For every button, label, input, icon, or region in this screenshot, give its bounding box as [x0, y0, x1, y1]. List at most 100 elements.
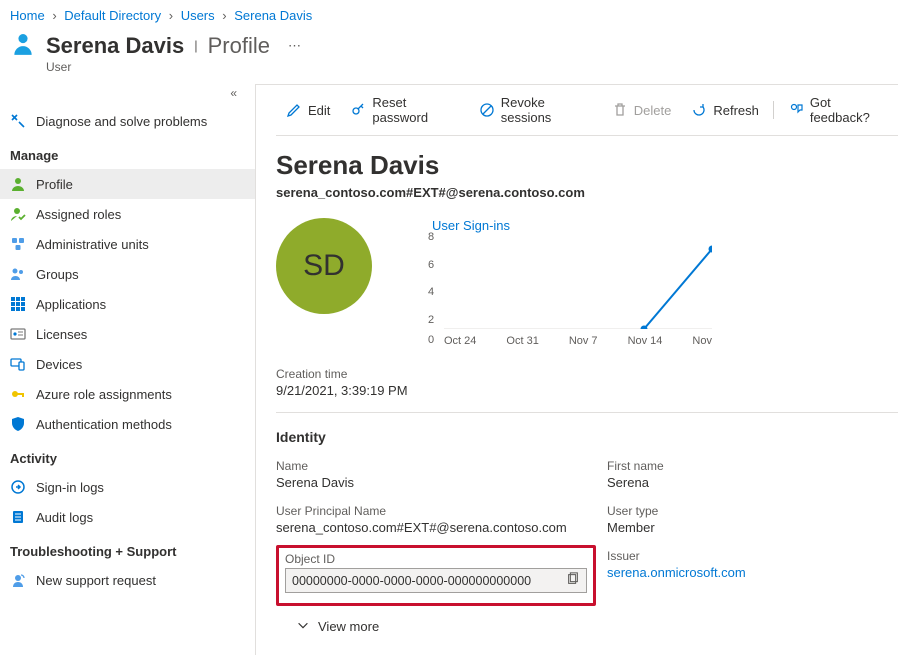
sidebar-item-signin-logs[interactable]: Sign-in logs [0, 472, 255, 502]
sidebar-item-azure-roles[interactable]: Azure role assignments [0, 379, 255, 409]
signins-link[interactable]: User Sign-ins [432, 218, 898, 233]
creation-time-block: Creation time 9/21/2021, 3:39:19 PM [276, 347, 898, 413]
ytick: 6 [428, 259, 434, 271]
sidebar-item-label: Assigned roles [36, 207, 121, 222]
people-icon [10, 266, 26, 282]
sidebar-item-profile[interactable]: Profile [0, 169, 255, 199]
sidebar-item-auth-methods[interactable]: Authentication methods [0, 409, 255, 439]
revoke-sessions-button[interactable]: Revoke sessions [469, 93, 602, 127]
sidebar-item-diagnose[interactable]: Diagnose and solve problems [0, 106, 255, 136]
field-label-objectid: Object ID [285, 552, 587, 566]
person-icon [10, 176, 26, 192]
chevron-right-icon: › [218, 8, 230, 23]
avatar: SD [276, 218, 372, 314]
sidebar-item-new-support[interactable]: New support request [0, 565, 255, 595]
ytick: 2 [428, 314, 434, 326]
object-id-value: 00000000-0000-0000-0000-000000000000 [292, 574, 560, 588]
breadcrumb-directory[interactable]: Default Directory [64, 8, 161, 23]
sidebar-item-admin-units[interactable]: Administrative units [0, 229, 255, 259]
key-icon [10, 386, 26, 402]
refresh-icon [691, 102, 707, 118]
sidebar-item-label: Diagnose and solve problems [36, 114, 207, 129]
delete-button: Delete [602, 100, 682, 120]
page-title-name: Serena Davis [46, 33, 184, 59]
reset-password-button[interactable]: Reset password [340, 93, 468, 127]
sidebar-item-label: Azure role assignments [36, 387, 172, 402]
button-label: Edit [308, 103, 330, 118]
chevron-right-icon: › [165, 8, 177, 23]
copy-icon[interactable] [566, 572, 580, 589]
sidebar-heading-troubleshoot: Troubleshooting + Support [0, 532, 255, 565]
creation-time-value: 9/21/2021, 3:39:19 PM [276, 381, 898, 398]
user-icon [10, 31, 36, 60]
view-more-toggle[interactable]: View more [276, 606, 898, 655]
object-id-field[interactable]: 00000000-0000-0000-0000-000000000000 [285, 568, 587, 593]
ytick: 0 [428, 334, 434, 346]
xtick: Nov 7 [569, 335, 598, 347]
breadcrumb-home[interactable]: Home [10, 8, 45, 23]
breadcrumb-current[interactable]: Serena Davis [234, 8, 312, 23]
field-label-upn: User Principal Name [276, 504, 567, 518]
object-id-highlight: Object ID 00000000-0000-0000-0000-000000… [276, 545, 596, 606]
xtick: Nov 14 [628, 335, 663, 347]
field-value-upn: serena_contoso.com#EXT#@serena.contoso.c… [276, 518, 567, 535]
wrench-cross-icon [10, 113, 26, 129]
issuer-link[interactable]: serena.onmicrosoft.com [607, 565, 746, 580]
identity-heading: Identity [276, 413, 898, 455]
chevron-down-icon [296, 618, 310, 635]
chevron-right-icon: › [48, 8, 60, 23]
block-icon [479, 102, 495, 118]
xtick: Oct 31 [506, 335, 538, 347]
license-icon [10, 326, 26, 342]
sidebar-item-label: Devices [36, 357, 82, 372]
sidebar-item-applications[interactable]: Applications [0, 289, 255, 319]
sidebar-item-assigned-roles[interactable]: Assigned roles [0, 199, 255, 229]
ytick: 8 [428, 231, 434, 243]
sidebar-item-label: New support request [36, 573, 156, 588]
field-label-issuer: Issuer [607, 549, 898, 563]
field-value-firstname: Serena [607, 473, 898, 490]
xtick: Oct 24 [444, 335, 476, 347]
field-label-usertype: User type [607, 504, 898, 518]
signin-icon [10, 479, 26, 495]
profile-name-heading: Serena Davis [276, 136, 898, 185]
sidebar-item-label: Groups [36, 267, 79, 282]
grid-icon [10, 296, 26, 312]
field-label-firstname: First name [607, 459, 898, 473]
creation-time-label: Creation time [276, 367, 898, 381]
edit-button[interactable]: Edit [276, 100, 340, 120]
more-icon[interactable]: ⋯ [280, 38, 301, 54]
toolbar-divider [773, 101, 774, 119]
profile-upn: serena_contoso.com#EXT#@serena.contoso.c… [276, 185, 898, 218]
feedback-button[interactable]: Got feedback? [778, 93, 898, 127]
xtick: Nov [692, 335, 712, 347]
breadcrumb-users[interactable]: Users [181, 8, 215, 23]
sidebar-item-label: Authentication methods [36, 417, 172, 432]
support-icon [10, 572, 26, 588]
content-pane: Edit Reset password Revoke sessions Dele… [255, 84, 898, 655]
signins-chart-section: User Sign-ins 8 6 4 2 0 [432, 218, 898, 347]
title-separator: | [194, 38, 197, 53]
sidebar-item-label: Applications [36, 297, 106, 312]
sidebar-item-label: Licenses [36, 327, 87, 342]
button-label: Reset password [372, 95, 458, 125]
field-value-usertype: Member [607, 518, 898, 535]
field-label-name: Name [276, 459, 567, 473]
feedback-icon [788, 102, 804, 118]
sidebar-item-audit-logs[interactable]: Audit logs [0, 502, 255, 532]
key-icon [350, 102, 366, 118]
sidebar-item-devices[interactable]: Devices [0, 349, 255, 379]
field-value-name: Serena Davis [276, 473, 567, 490]
collapse-sidebar-icon[interactable]: « [0, 84, 255, 106]
command-bar: Edit Reset password Revoke sessions Dele… [276, 85, 898, 136]
sidebar: « Diagnose and solve problems Manage Pro… [0, 84, 255, 655]
button-label: Refresh [713, 103, 759, 118]
sidebar-item-licenses[interactable]: Licenses [0, 319, 255, 349]
refresh-button[interactable]: Refresh [681, 100, 769, 120]
sidebar-item-groups[interactable]: Groups [0, 259, 255, 289]
org-icon [10, 236, 26, 252]
sidebar-heading-manage: Manage [0, 136, 255, 169]
sidebar-item-label: Profile [36, 177, 73, 192]
breadcrumb: Home › Default Directory › Users › Seren… [0, 0, 898, 27]
shield-icon [10, 416, 26, 432]
